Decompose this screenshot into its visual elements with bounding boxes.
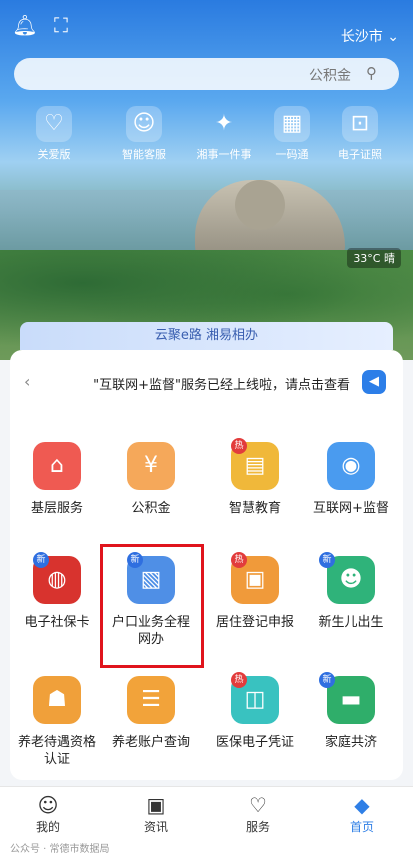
service-badge: 新 xyxy=(319,552,335,568)
service-label: 养老待遇资格认证 xyxy=(17,735,96,767)
baby-icon: 新 ☻ xyxy=(319,552,375,604)
service-label: 新生儿出生 xyxy=(318,615,384,630)
chevron-down-icon: ⌄ xyxy=(387,29,399,45)
service-item-3[interactable]: ⌂ 基层服务 xyxy=(12,442,102,517)
service-item-4[interactable]: 新 ☻ 新生儿出生 xyxy=(306,552,396,631)
statue-head xyxy=(235,180,285,230)
chevron-left-icon: ‹ xyxy=(24,372,31,391)
weather-badge: 33°C 晴 xyxy=(347,248,401,268)
id-card-icon: ⊡ xyxy=(342,106,378,142)
quick-link-1[interactable]: ▦ 一码通 xyxy=(262,106,322,162)
service-item-9[interactable]: 热 ◫ 医保电子凭证 xyxy=(210,672,300,751)
tab-2[interactable]: ▣ 资讯 xyxy=(116,792,196,835)
quick-link-label: 湘事一件事 xyxy=(196,148,252,161)
quick-link-label: 电子证照 xyxy=(338,148,382,161)
search-icon: ⚲ xyxy=(366,64,377,82)
tab-0[interactable]: ◆ 首页 xyxy=(322,792,402,835)
service-item-5[interactable]: 热 ▣ 居住登记申报 xyxy=(210,552,300,631)
robot-icon: ☺ xyxy=(126,106,162,142)
service-label: 智慧教育 xyxy=(228,501,281,516)
service-badge: 新 xyxy=(33,552,49,568)
heart-icon: ♡ xyxy=(36,106,72,142)
service-label: 电子社保卡 xyxy=(24,615,90,630)
pension-account-icon: ☰ xyxy=(127,676,175,724)
tab-label: 服务 xyxy=(245,820,270,834)
bell-icon[interactable]: 🔔︎ xyxy=(10,10,40,40)
service-label: 养老账户查询 xyxy=(111,735,190,750)
qr-grid-icon: ▦ xyxy=(274,106,310,142)
service-item-2[interactable]: ¥ 公积金 xyxy=(106,442,196,517)
house-fund-icon: ¥ xyxy=(127,442,175,490)
service-label: 居住登记申报 xyxy=(215,615,294,630)
service-label: 公积金 xyxy=(131,501,171,516)
city-selector[interactable]: 长沙市 ⌄ xyxy=(341,26,399,46)
service-item-11[interactable]: ☗ 养老待遇资格认证 xyxy=(12,676,102,768)
search-input[interactable]: 公积金 xyxy=(309,65,351,85)
tab-label: 首页 xyxy=(349,820,374,834)
service-badge: 热 xyxy=(231,672,247,688)
tab-1[interactable]: ♡ 服务 xyxy=(218,792,298,835)
service-item-8[interactable]: 新 ▬ 家庭共济 xyxy=(306,672,396,751)
home-heart-icon: ⌂ xyxy=(33,442,81,490)
hero-banner xyxy=(0,0,413,360)
quick-link-label: 一码通 xyxy=(275,148,309,161)
service-item-7[interactable]: 新 ◍ 电子社保卡 xyxy=(12,552,102,631)
yun-banner: 云聚e路 湘易相办 xyxy=(20,322,393,350)
home-icon: ◆ xyxy=(354,793,370,817)
service-badge: 热 xyxy=(231,552,247,568)
banner-icon: ✦ xyxy=(214,111,234,136)
tab-label: 资讯 xyxy=(143,820,168,834)
notice-text: "互联网+监督"服务已经上线啦，请点击查看 xyxy=(93,378,350,393)
service-item-10[interactable]: ☰ 养老账户查询 xyxy=(106,676,196,751)
pension-person-icon: ☗ xyxy=(33,676,81,724)
card-icon: 新 ▬ xyxy=(319,672,375,724)
service-item-1[interactable]: 热 ▤ 智慧教育 xyxy=(210,438,300,517)
service-badge: 热 xyxy=(231,438,247,454)
id-register-icon: 热 ▣ xyxy=(231,552,279,604)
tab-3[interactable]: ☺ 我的 xyxy=(8,792,88,835)
service-item-0[interactable]: ◉ 互联网+监督 xyxy=(306,442,396,517)
news-icon: ▣ xyxy=(146,793,166,817)
social-security-icon: 新 ◍ xyxy=(33,552,81,604)
highlight-box xyxy=(100,544,204,668)
city-label: 长沙市 xyxy=(340,29,383,45)
speaker-icon: ◀ xyxy=(362,370,386,394)
quick-link-0[interactable]: ⊡ 电子证照 xyxy=(330,106,390,162)
notice-bar[interactable]: ‹ "互联网+监督"服务已经上线啦，请点击查看 ◀ xyxy=(22,370,392,396)
quick-link-3[interactable]: ☺ 智能客服 xyxy=(114,106,174,162)
eye-icon: ◉ xyxy=(327,442,375,490)
service-label: 互联网+监督 xyxy=(313,501,389,516)
scan-icon[interactable]: ⛶ xyxy=(46,10,76,40)
tab-label: 我的 xyxy=(35,820,60,834)
service-label: 基层服务 xyxy=(30,501,83,516)
medical-card-icon: 热 ◫ xyxy=(231,672,279,724)
watermark: 公众号 · 常德市数据局 xyxy=(10,844,110,855)
profile-icon: ☺ xyxy=(37,793,59,817)
search-bar[interactable]: 公积金 ⚲ xyxy=(14,58,399,90)
service-label: 医保电子凭证 xyxy=(215,735,294,750)
book-icon: 热 ▤ xyxy=(231,438,279,490)
quick-link-4[interactable]: ♡ 关爱版 xyxy=(24,106,84,162)
top-bar: 🔔︎ ⛶ 长沙市 ⌄ xyxy=(0,10,413,45)
service-badge: 新 xyxy=(319,672,335,688)
service-icon: ♡ xyxy=(249,793,267,817)
quick-link-2[interactable]: ✦ 湘事一件事 xyxy=(194,106,254,162)
quick-link-label: 智能客服 xyxy=(122,148,166,161)
quick-link-label: 关爱版 xyxy=(37,148,71,161)
service-label: 家庭共济 xyxy=(324,735,377,750)
